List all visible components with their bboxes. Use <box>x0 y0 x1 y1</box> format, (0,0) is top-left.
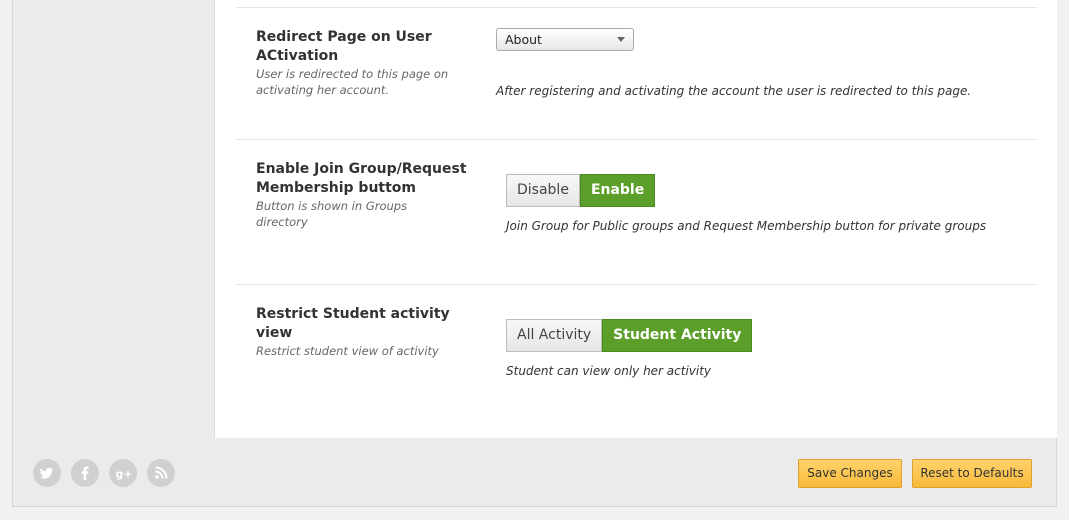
divider <box>236 284 1037 285</box>
svg-text:g+: g+ <box>116 468 133 481</box>
save-changes-button[interactable]: Save Changes <box>798 459 902 488</box>
option-hint-restrict-activity: Student can view only her activity <box>506 364 712 378</box>
options-sidebar <box>13 0 214 438</box>
join-group-toggle: Disable Enable <box>506 174 656 207</box>
option-desc-redirect: User is redirected to this page on activ… <box>256 67 449 97</box>
redirect-page-select-value: About <box>505 32 542 47</box>
option-hint-join-group: Join Group for Public groups and Request… <box>506 219 987 233</box>
option-title-join-group: Enable Join Group/Request Membership but… <box>256 161 467 196</box>
all-activity-button[interactable]: All Activity <box>506 319 603 352</box>
divider <box>236 139 1037 140</box>
options-content: Redirect Page on User ACtivation User is… <box>214 0 1057 438</box>
enable-button[interactable]: Enable <box>579 174 656 207</box>
facebook-icon[interactable] <box>71 459 99 487</box>
option-title-redirect: Redirect Page on User ACtivation <box>256 29 432 64</box>
restrict-activity-toggle: All Activity Student Activity <box>506 319 753 352</box>
option-title-restrict-activity: Restrict Student activity view <box>256 306 450 341</box>
divider <box>236 7 1037 8</box>
student-activity-button[interactable]: Student Activity <box>602 319 753 352</box>
google-plus-icon[interactable]: g+ <box>109 459 137 487</box>
caret-down-icon <box>617 37 625 42</box>
twitter-icon[interactable] <box>33 459 61 487</box>
rss-icon[interactable] <box>147 459 175 487</box>
option-desc-join-group: Button is shown in Groups directory <box>256 199 408 229</box>
redirect-page-select[interactable]: About <box>496 28 634 51</box>
option-hint-redirect: After registering and activating the acc… <box>496 84 972 98</box>
reset-defaults-button[interactable]: Reset to Defaults <box>912 459 1032 488</box>
option-desc-restrict-activity: Restrict student view of activity <box>256 344 439 358</box>
disable-button[interactable]: Disable <box>506 174 580 207</box>
